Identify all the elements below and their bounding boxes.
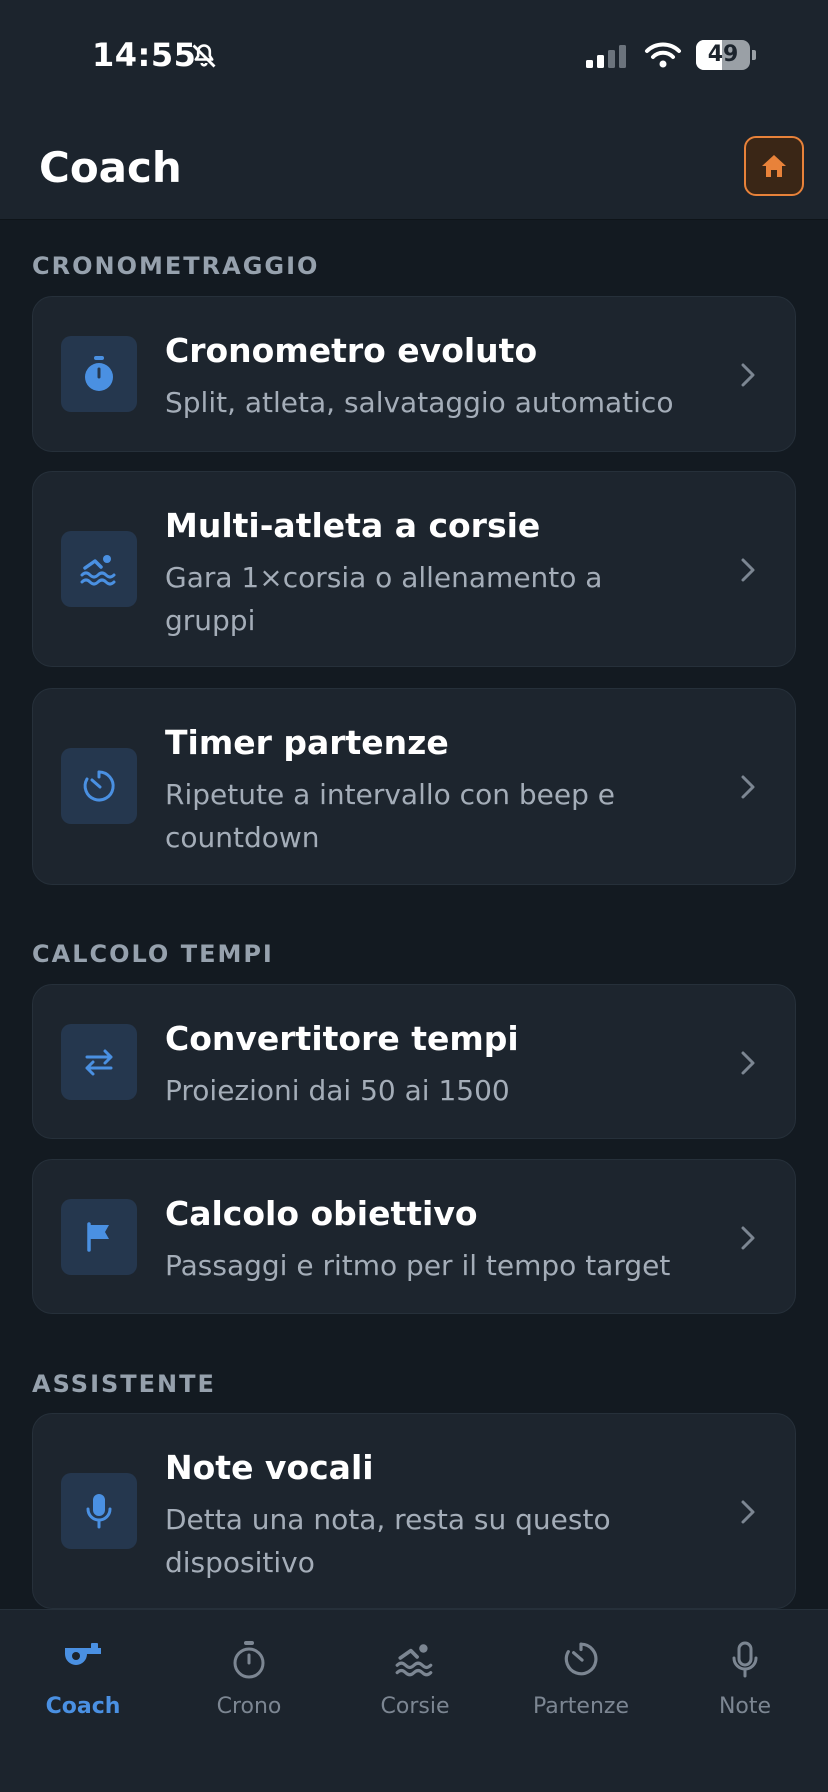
screen: 14:55 49 Coach CRONOMETRAGGIO Cronometro… — [0, 0, 828, 1792]
tab-label: Note — [718, 1694, 772, 1719]
card-title: Cronometro evoluto — [165, 331, 538, 370]
menu-card-calcolo-obiettivo[interactable]: Calcolo obiettivo Passaggi e ritmo per i… — [32, 1159, 796, 1314]
card-subtitle: Ripetute a intervallo con beep e countdo… — [165, 778, 615, 854]
swap-arrows-icon — [85, 1049, 113, 1076]
tab-label: Crono — [216, 1694, 282, 1719]
chevron-right-icon — [741, 1051, 755, 1075]
tab-partenze[interactable]: Partenze — [498, 1610, 664, 1730]
section-title-assistente: ASSISTENTE — [32, 1370, 216, 1398]
card-subtitle: Gara 1×corsia o allenamento a gruppi — [165, 561, 603, 637]
timer-icon — [564, 1642, 598, 1676]
status-time: 14:55 — [92, 36, 197, 74]
whistle-icon — [65, 1643, 101, 1665]
microphone-icon — [732, 1641, 758, 1678]
bell-muted-icon — [192, 44, 216, 68]
stopwatch-icon — [233, 1641, 265, 1679]
card-subtitle: Detta una nota, resta su questo disposit… — [165, 1503, 611, 1579]
page-title: Coach — [39, 143, 182, 192]
battery-indicator: 49 — [696, 40, 756, 70]
card-subtitle: Split, atleta, salvataggio automatico — [165, 386, 674, 419]
chevron-right-icon — [741, 775, 755, 799]
card-title: Multi-atleta a corsie — [165, 506, 541, 545]
home-button[interactable] — [744, 136, 804, 196]
card-title: Timer partenze — [165, 723, 449, 762]
card-icon-box — [61, 1473, 137, 1549]
battery-percentage: 49 — [707, 42, 739, 67]
tab-crono[interactable]: Crono — [166, 1610, 332, 1730]
card-icon-box — [61, 1199, 137, 1275]
cellular-signal-icon — [586, 45, 626, 68]
section-title-cronometraggio: CRONOMETRAGGIO — [32, 252, 320, 280]
chevron-right-icon — [741, 1226, 755, 1250]
tab-coach[interactable]: Coach — [0, 1610, 166, 1730]
home-icon — [762, 155, 786, 177]
swimmer-icon — [395, 1644, 433, 1677]
tab-note[interactable]: Note — [662, 1610, 828, 1730]
tab-label: Partenze — [533, 1694, 629, 1719]
top-bar: 14:55 49 Coach — [0, 0, 828, 220]
wifi-icon — [645, 42, 681, 68]
stopwatch-icon — [85, 356, 113, 391]
card-title: Convertitore tempi — [165, 1019, 519, 1058]
card-title: Note vocali — [165, 1448, 374, 1487]
swimmer-icon — [80, 555, 116, 586]
card-icon-box — [61, 336, 137, 412]
bottom-tab-bar: Coach Crono Corsie Partenze Note — [0, 1609, 828, 1792]
tab-corsie[interactable]: Corsie — [332, 1610, 498, 1730]
card-icon-box — [61, 531, 137, 607]
menu-card-cronometro-evoluto[interactable]: Cronometro evoluto Split, atleta, salvat… — [32, 296, 796, 452]
chevron-right-icon — [741, 363, 755, 387]
timer-icon — [83, 770, 115, 802]
menu-card-timer-partenze[interactable]: Timer partenze Ripetute a intervallo con… — [32, 688, 796, 885]
tab-label: Coach — [45, 1694, 121, 1719]
chevron-right-icon — [741, 1500, 755, 1524]
flag-icon — [87, 1222, 109, 1252]
menu-card-convertitore-tempi[interactable]: Convertitore tempi Proiezioni dai 50 ai … — [32, 984, 796, 1139]
chevron-right-icon — [741, 558, 755, 582]
card-title: Calcolo obiettivo — [165, 1194, 478, 1233]
microphone-icon — [86, 1494, 112, 1529]
card-icon-box — [61, 1024, 137, 1100]
card-icon-box — [61, 748, 137, 824]
menu-card-multi-atleta[interactable]: Multi-atleta a corsie Gara 1×corsia o al… — [32, 471, 796, 667]
tab-label: Corsie — [380, 1694, 450, 1719]
card-subtitle: Proiezioni dai 50 ai 1500 — [165, 1074, 510, 1107]
card-subtitle: Passaggi e ritmo per il tempo target — [165, 1249, 671, 1282]
menu-card-note-vocali[interactable]: Note vocali Detta una nota, resta su que… — [32, 1413, 796, 1609]
section-title-calcolo-tempi: CALCOLO TEMPI — [32, 940, 274, 968]
